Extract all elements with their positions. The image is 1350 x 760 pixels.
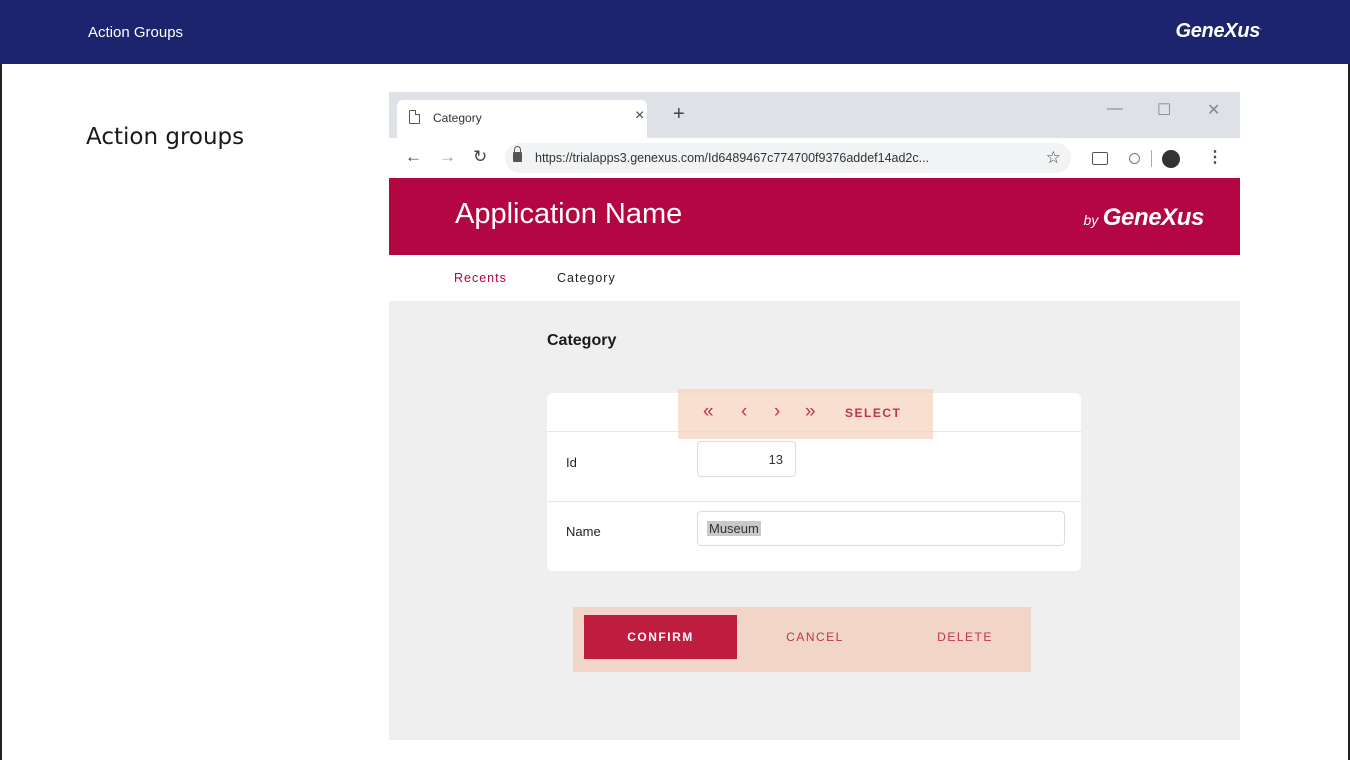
address-bar[interactable]: https://trialapps3.genexus.com/Id6489467… <box>505 143 1071 173</box>
url-text: https://trialapps3.genexus.com/Id6489467… <box>535 151 930 165</box>
navigation-action-group: « ‹ › » SELECT <box>678 389 933 439</box>
slide-border <box>0 64 2 760</box>
star-icon[interactable]: ☆ <box>1046 148 1061 168</box>
brand-by: by <box>1083 212 1099 228</box>
browser-window: Category × + — ☐ ✕ ← → ↻ https://trialap… <box>389 92 1240 740</box>
menu-icon[interactable]: ⋮ <box>1207 147 1223 167</box>
nav-item-category[interactable]: Category <box>557 271 616 285</box>
back-icon[interactable]: ← <box>405 147 422 167</box>
lock-icon <box>513 146 522 162</box>
forward-icon[interactable]: → <box>439 147 456 167</box>
page-icon <box>409 110 420 124</box>
tab-bar: Category × + — ☐ ✕ <box>389 92 1240 138</box>
slide-header: Action Groups GeneXus. <box>0 0 1350 64</box>
nav-item-recents[interactable]: Recents <box>454 271 507 285</box>
brand-name: GeneXus <box>1175 20 1261 42</box>
cancel-button[interactable]: CANCEL <box>765 615 865 659</box>
first-record-icon[interactable]: « <box>703 402 714 422</box>
id-label: Id <box>566 455 577 470</box>
reload-icon[interactable]: ↻ <box>473 147 487 167</box>
name-label: Name <box>566 524 601 539</box>
name-field[interactable]: Museum <box>697 511 1065 546</box>
toolbar-divider <box>1151 150 1152 167</box>
brand-name: GeneXus <box>1102 204 1205 231</box>
tab-title: Category <box>433 111 482 125</box>
previous-record-icon[interactable]: ‹ <box>741 402 747 422</box>
id-value: 13 <box>768 452 783 467</box>
maximize-icon[interactable]: ☐ <box>1157 100 1171 120</box>
cast-icon[interactable] <box>1092 152 1108 165</box>
app-nav: Recents Category <box>389 255 1240 301</box>
confirm-button[interactable]: CONFIRM <box>584 615 737 659</box>
id-field[interactable]: 13 <box>697 441 796 477</box>
last-record-icon[interactable]: » <box>805 402 816 422</box>
app-title: Application Name <box>455 198 683 230</box>
select-button[interactable]: SELECT <box>845 406 901 420</box>
page-title: Category <box>547 332 617 349</box>
extension-icon[interactable] <box>1129 153 1140 164</box>
genexus-logo: GeneXus. <box>1175 20 1262 42</box>
browser-toolbar: ← → ↻ https://trialapps3.genexus.com/Id6… <box>389 138 1240 178</box>
slide-heading: Action groups <box>86 124 245 150</box>
action-group-buttons: CONFIRM CANCEL DELETE <box>573 607 1031 672</box>
app-header: Application Name by GeneXus <box>389 178 1240 255</box>
delete-button[interactable]: DELETE <box>915 615 1015 659</box>
tab-close-icon[interactable]: × <box>635 107 644 125</box>
avatar[interactable] <box>1162 150 1180 168</box>
next-record-icon[interactable]: › <box>774 402 780 422</box>
app-brand-logo: by GeneXus <box>1084 204 1205 232</box>
name-value: Museum <box>707 521 761 536</box>
minimize-icon[interactable]: — <box>1107 100 1123 118</box>
divider <box>547 501 1081 502</box>
new-tab-button[interactable]: + <box>673 104 685 124</box>
close-window-icon[interactable]: ✕ <box>1207 100 1220 120</box>
browser-tab[interactable]: Category × <box>397 100 647 138</box>
section-title: Action Groups <box>88 24 184 41</box>
